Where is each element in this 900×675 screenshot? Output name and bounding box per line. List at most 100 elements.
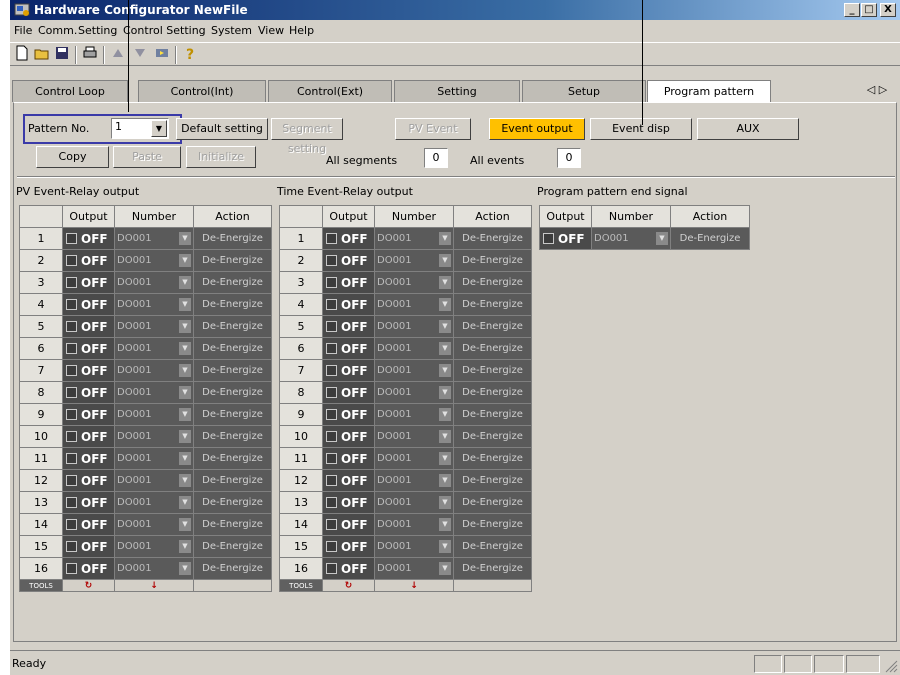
number-select[interactable]: DO001 ▼ xyxy=(114,381,194,404)
chevron-down-icon[interactable]: ▼ xyxy=(151,120,167,137)
number-select[interactable]: DO001 ▼ xyxy=(374,535,454,558)
number-select[interactable]: DO001 ▼ xyxy=(374,469,454,492)
number-select[interactable]: DO001 ▼ xyxy=(374,381,454,404)
checkbox[interactable] xyxy=(66,321,77,332)
minimize-button[interactable]: _ xyxy=(844,3,860,17)
chevron-down-icon[interactable]: ▼ xyxy=(439,562,451,575)
tab-scroll-arrows[interactable]: ◁ ▷ xyxy=(858,82,896,98)
action-cell[interactable]: De-Energize xyxy=(453,425,532,448)
menu-control-setting[interactable]: Control Setting xyxy=(123,20,206,41)
chevron-down-icon[interactable]: ▼ xyxy=(179,298,191,311)
event-disp-button[interactable]: Event disp xyxy=(590,118,692,140)
chevron-down-icon[interactable]: ▼ xyxy=(439,232,451,245)
checkbox[interactable] xyxy=(66,475,77,486)
chevron-down-icon[interactable]: ▼ xyxy=(439,386,451,399)
chevron-down-icon[interactable]: ▼ xyxy=(439,452,451,465)
output-toggle[interactable]: OFF xyxy=(322,491,375,514)
output-toggle[interactable]: OFF xyxy=(539,227,592,250)
chevron-down-icon[interactable]: ▼ xyxy=(179,386,191,399)
refresh-icon[interactable]: ↻ xyxy=(322,579,375,592)
pv-event-button[interactable]: PV Event xyxy=(395,118,471,140)
action-cell[interactable]: De-Energize xyxy=(193,227,272,250)
output-toggle[interactable]: OFF xyxy=(322,293,375,316)
number-select[interactable]: DO001 ▼ xyxy=(114,271,194,294)
action-cell[interactable]: De-Energize xyxy=(193,293,272,316)
chevron-down-icon[interactable]: ▼ xyxy=(439,430,451,443)
action-cell[interactable]: De-Energize xyxy=(193,557,272,580)
number-select[interactable]: DO001 ▼ xyxy=(114,359,194,382)
maximize-button[interactable]: □ xyxy=(861,3,877,17)
chevron-down-icon[interactable]: ▼ xyxy=(179,364,191,377)
tab-control-ext[interactable]: Control(Ext) xyxy=(268,80,392,102)
number-select[interactable]: DO001 ▼ xyxy=(114,447,194,470)
action-cell[interactable]: De-Energize xyxy=(453,381,532,404)
action-cell[interactable]: De-Energize xyxy=(193,469,272,492)
chevron-down-icon[interactable]: ▼ xyxy=(179,452,191,465)
aux-button[interactable]: AUX xyxy=(697,118,799,140)
pattern-no-select[interactable]: 1 ▼ xyxy=(111,118,169,139)
action-cell[interactable]: De-Energize xyxy=(453,535,532,558)
action-cell[interactable]: De-Energize xyxy=(193,315,272,338)
action-cell[interactable]: De-Energize xyxy=(193,513,272,536)
number-select[interactable]: DO001 ▼ xyxy=(374,227,454,250)
number-select[interactable]: DO001 ▼ xyxy=(114,557,194,580)
chevron-down-icon[interactable]: ▼ xyxy=(179,540,191,553)
checkbox[interactable] xyxy=(326,519,337,530)
checkbox[interactable] xyxy=(66,563,77,574)
checkbox[interactable] xyxy=(326,255,337,266)
action-cell[interactable]: De-Energize xyxy=(453,469,532,492)
menu-system[interactable]: System xyxy=(211,20,252,41)
chevron-down-icon[interactable]: ▼ xyxy=(179,518,191,531)
output-toggle[interactable]: OFF xyxy=(322,469,375,492)
menu-view[interactable]: View xyxy=(258,20,284,41)
checkbox[interactable] xyxy=(66,343,77,354)
action-cell[interactable]: De-Energize xyxy=(193,359,272,382)
checkbox[interactable] xyxy=(66,233,77,244)
number-select[interactable]: DO001 ▼ xyxy=(114,227,194,250)
chevron-down-icon[interactable]: ▼ xyxy=(439,276,451,289)
output-toggle[interactable]: OFF xyxy=(62,491,115,514)
chevron-down-icon[interactable]: ▼ xyxy=(179,562,191,575)
output-toggle[interactable]: OFF xyxy=(62,535,115,558)
tab-program-pattern[interactable]: Program pattern xyxy=(647,80,771,102)
refresh-icon[interactable]: ↻ xyxy=(62,579,115,592)
output-toggle[interactable]: OFF xyxy=(322,381,375,404)
checkbox[interactable] xyxy=(66,255,77,266)
chevron-down-icon[interactable]: ▼ xyxy=(439,254,451,267)
chevron-down-icon[interactable]: ▼ xyxy=(439,320,451,333)
number-select[interactable]: DO001 ▼ xyxy=(591,227,671,250)
action-cell[interactable]: De-Energize xyxy=(453,293,532,316)
checkbox[interactable] xyxy=(326,277,337,288)
output-toggle[interactable]: OFF xyxy=(62,469,115,492)
output-toggle[interactable]: OFF xyxy=(322,447,375,470)
menu-setting[interactable]: Setting xyxy=(78,20,117,41)
open-folder-icon[interactable] xyxy=(32,45,52,65)
action-cell[interactable]: De-Energize xyxy=(453,337,532,360)
checkbox[interactable] xyxy=(326,431,337,442)
checkbox[interactable] xyxy=(326,233,337,244)
checkbox[interactable] xyxy=(326,343,337,354)
checkbox[interactable] xyxy=(66,387,77,398)
output-toggle[interactable]: OFF xyxy=(322,403,375,426)
number-select[interactable]: DO001 ▼ xyxy=(374,337,454,360)
menu-file[interactable]: File xyxy=(14,20,32,41)
action-cell[interactable]: De-Energize xyxy=(453,249,532,272)
menu-comm[interactable]: Comm. xyxy=(38,20,77,41)
new-file-icon[interactable] xyxy=(12,45,32,65)
output-toggle[interactable]: OFF xyxy=(322,227,375,250)
checkbox[interactable] xyxy=(66,541,77,552)
resize-grip-icon[interactable] xyxy=(884,659,898,673)
chevron-down-icon[interactable]: ▼ xyxy=(179,408,191,421)
number-select[interactable]: DO001 ▼ xyxy=(114,293,194,316)
checkbox[interactable] xyxy=(66,277,77,288)
output-toggle[interactable]: OFF xyxy=(322,249,375,272)
chevron-down-icon[interactable]: ▼ xyxy=(179,232,191,245)
chevron-down-icon[interactable]: ▼ xyxy=(179,342,191,355)
arrow-down-icon[interactable]: ↓ xyxy=(114,579,194,592)
action-cell[interactable]: De-Energize xyxy=(193,249,272,272)
action-cell[interactable]: De-Energize xyxy=(453,315,532,338)
event-output-button[interactable]: Event output xyxy=(489,118,585,140)
number-select[interactable]: DO001 ▼ xyxy=(374,491,454,514)
output-toggle[interactable]: OFF xyxy=(62,249,115,272)
action-cell[interactable]: De-Energize xyxy=(453,447,532,470)
